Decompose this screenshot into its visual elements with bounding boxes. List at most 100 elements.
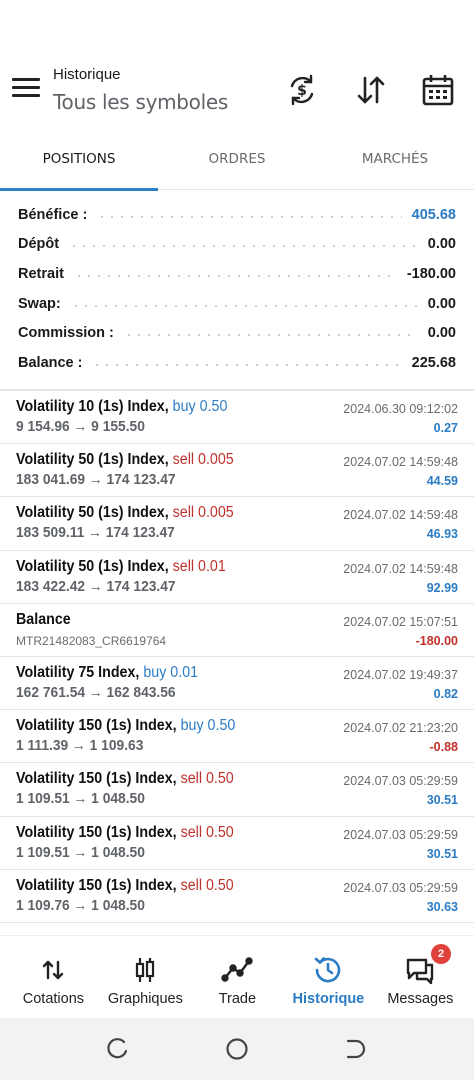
summary-label: Balance : xyxy=(18,354,83,371)
deal-time: 2024.07.02 15:07:51 xyxy=(343,614,458,629)
list-item[interactable]: Volatility 150 (1s) Index, sell 0.50 1 1… xyxy=(0,817,474,870)
deal-prices: 183 041.69 → 174 123.47 xyxy=(16,471,176,489)
deal-profit: 44.59 xyxy=(426,474,458,489)
deal-symbol: Volatility 50 (1s) Index, sell 0.005 xyxy=(16,451,234,469)
deal-symbol: Volatility 150 (1s) Index, sell 0.50 xyxy=(16,770,234,788)
list-item[interactable]: Volatility 75 Index, buy 0.01 162 761.54… xyxy=(0,657,474,711)
calendar-icon[interactable] xyxy=(420,72,456,108)
deal-time: 2024.07.02 19:49:37 xyxy=(343,667,458,682)
bottom-navigation: Cotations Graphiques Trade Historique 2 … xyxy=(0,935,474,1018)
summary-row-profit: Bénéfice : 405.68 xyxy=(0,200,474,230)
sort-icon[interactable] xyxy=(353,72,389,108)
dotted-leader xyxy=(70,304,418,307)
summary-value: 0.00 xyxy=(427,295,456,312)
deal-symbol: Volatility 50 (1s) Index, sell 0.005 xyxy=(16,504,234,522)
summary-row-withdrawal: Retrait -180.00 xyxy=(0,259,474,289)
summary-value: 0.00 xyxy=(427,325,456,342)
deal-profit: 92.99 xyxy=(426,580,458,595)
recent-apps-icon[interactable] xyxy=(105,1036,131,1062)
tab-label: ORDRES xyxy=(208,151,266,167)
nav-history[interactable]: Historique xyxy=(281,936,376,1019)
summary-label: Retrait xyxy=(18,265,64,282)
deal-prices: 162 761.54 → 162 843.56 xyxy=(16,683,176,701)
deal-symbol: Volatility 150 (1s) Index, buy 0.50 xyxy=(16,717,236,735)
deal-symbol: Volatility 150 (1s) Index, sell 0.50 xyxy=(16,876,234,894)
nav-trade[interactable]: Trade xyxy=(190,936,285,1019)
dotted-leader xyxy=(69,245,418,248)
deal-time: 2024.07.02 14:59:48 xyxy=(343,508,458,523)
nav-label: Trade xyxy=(218,991,257,1007)
chart-icon xyxy=(129,954,161,986)
dotted-leader xyxy=(97,215,402,218)
currency-exchange-icon[interactable]: $ xyxy=(284,72,320,108)
summary-label: Swap: xyxy=(18,295,61,312)
list-item[interactable]: Volatility 50 (1s) Index, sell 0.005 183… xyxy=(0,444,474,498)
history-icon xyxy=(312,954,344,986)
deal-prices: 183 509.11 → 174 123.47 xyxy=(16,524,175,542)
unread-badge: 2 xyxy=(431,944,451,964)
deal-prices: 183 422.42 → 174 123.47 xyxy=(16,577,176,595)
deal-symbol: Volatility 10 (1s) Index, buy 0.50 xyxy=(16,398,228,415)
deal-direction: sell 0.50 xyxy=(180,770,234,788)
list-item[interactable]: Volatility 50 (1s) Index, sell 0.01 183 … xyxy=(0,551,474,604)
nav-label: Graphiques xyxy=(107,991,183,1007)
deal-profit: 30.51 xyxy=(426,793,458,808)
menu-icon[interactable] xyxy=(12,78,40,102)
tab-orders[interactable]: ORDRES xyxy=(158,140,316,190)
tab-deals[interactable]: MARCHÉS xyxy=(316,140,474,190)
nav-quotes[interactable]: Cotations xyxy=(6,936,101,1019)
deal-symbol: Volatility 50 (1s) Index, sell 0.01 xyxy=(16,557,226,575)
nav-label: Cotations xyxy=(22,991,85,1007)
list-item[interactable]: Volatility 150 (1s) Index, sell 0.50 1 1… xyxy=(0,763,474,817)
back-icon[interactable] xyxy=(343,1036,369,1062)
tab-positions[interactable]: POSITIONS xyxy=(0,140,158,191)
dotted-leader xyxy=(73,274,397,277)
summary-value: 0.00 xyxy=(427,236,456,253)
deals-list: Volatility 10 (1s) Index, buy 0.50 9 154… xyxy=(0,391,474,923)
deal-time: 2024.07.02 21:23:20 xyxy=(343,721,458,736)
system-navigation-bar xyxy=(0,1018,474,1080)
quotes-icon xyxy=(37,954,69,986)
summary-row-deposit: Dépôt 0.00 xyxy=(0,230,474,260)
summary-value: 405.68 xyxy=(411,206,456,223)
deal-profit: 30.51 xyxy=(426,846,458,861)
deal-direction: sell 0.50 xyxy=(180,876,234,894)
history-tabs: POSITIONS ORDRES MARCHÉS xyxy=(0,140,474,191)
deal-direction: buy 0.50 xyxy=(180,717,236,735)
nav-label: Messages xyxy=(387,991,454,1007)
deal-profit: 0.82 xyxy=(433,686,458,701)
list-item[interactable]: Volatility 150 (1s) Index, sell 0.50 1 1… xyxy=(0,870,474,923)
active-tab-indicator xyxy=(0,188,158,191)
dotted-leader xyxy=(92,363,402,366)
list-item[interactable]: Volatility 10 (1s) Index, buy 0.50 9 154… xyxy=(0,391,474,445)
summary-row-commission: Commission : 0.00 xyxy=(0,318,474,348)
deal-time: 2024.07.03 05:29:59 xyxy=(343,774,458,789)
deal-time: 2024.07.02 14:59:48 xyxy=(343,561,458,576)
deal-direction: sell 0.005 xyxy=(172,451,234,469)
deal-prices: 1 109.51 → 1 048.50 xyxy=(16,790,145,808)
deal-time: 2024.07.02 14:59:48 xyxy=(343,455,458,470)
summary-row-balance: Balance : 225.68 xyxy=(0,348,474,378)
list-item[interactable]: Volatility 150 (1s) Index, buy 0.50 1 11… xyxy=(0,710,474,764)
deal-direction: sell 0.50 xyxy=(180,823,234,841)
deal-prices: 1 109.51 → 1 048.50 xyxy=(16,843,145,861)
tab-label: POSITIONS xyxy=(42,151,116,167)
dotted-leader xyxy=(123,334,418,337)
list-item[interactable]: Balance MTR21482083_CR6619764 2024.07.02… xyxy=(0,604,474,657)
deal-time: 2024.07.03 05:29:59 xyxy=(343,827,458,842)
home-icon[interactable] xyxy=(224,1036,250,1062)
summary-label: Bénéfice : xyxy=(18,206,88,223)
list-item[interactable]: Volatility 50 (1s) Index, sell 0.005 183… xyxy=(0,497,474,551)
summary-label: Dépôt xyxy=(18,236,60,253)
summary-row-swap: Swap: 0.00 xyxy=(0,289,474,319)
trade-icon xyxy=(221,954,254,986)
deal-profit: -0.88 xyxy=(429,740,459,755)
nav-messages[interactable]: 2 Messages xyxy=(373,936,468,1019)
deal-symbol: Volatility 75 Index, buy 0.01 xyxy=(16,663,199,681)
nav-charts[interactable]: Graphiques xyxy=(98,936,193,1019)
deal-profit: 46.93 xyxy=(426,527,458,542)
symbol-filter[interactable]: Tous les symboles xyxy=(53,90,228,114)
app-header: Historique Tous les symboles $ xyxy=(0,60,474,130)
deal-direction: buy 0.01 xyxy=(143,663,199,681)
deal-prices: 1 111.39 → 1 109.63 xyxy=(16,737,144,755)
